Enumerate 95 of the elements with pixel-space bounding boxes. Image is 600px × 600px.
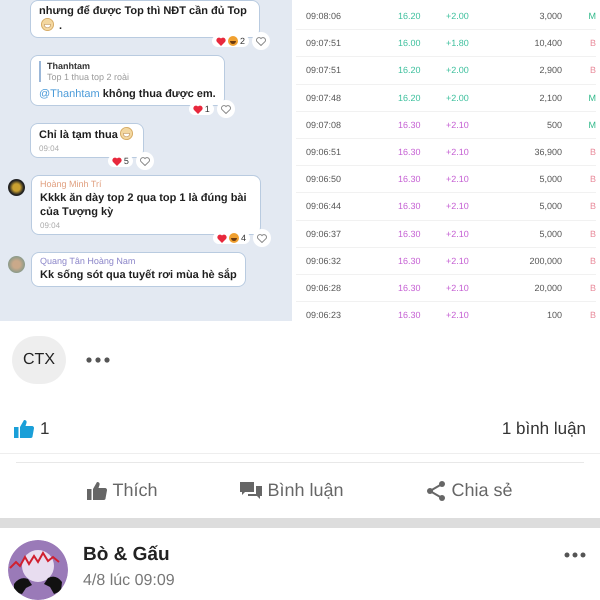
trade-price: 16.30 [398, 256, 422, 266]
trade-price: 16.30 [398, 310, 422, 320]
trade-change: +2.10 [446, 310, 470, 320]
trade-side: B [588, 228, 596, 239]
trade-price: 16.30 [398, 174, 422, 184]
trade-price: 16.30 [398, 201, 422, 212]
message-time: 09:04 [40, 221, 62, 230]
trade-side: B [588, 256, 596, 266]
trade-time: 09:06:50 [306, 174, 342, 184]
trade-volume: 20,000 [533, 282, 562, 293]
trade-volume: 5,000 [538, 174, 562, 184]
trade-side: M [588, 11, 596, 22]
trade-change: +2.00 [446, 11, 470, 22]
trade-volume: 200,000 [528, 256, 562, 266]
trade-volume: 5,000 [538, 228, 562, 239]
trade-change: +2.10 [446, 282, 470, 293]
message-text: nhưng để được Top thì NĐT cần đủ Top . [39, 4, 248, 33]
trade-side: B [588, 282, 596, 293]
trade-change: +2.10 [446, 201, 470, 212]
message-time: 09:04 [39, 144, 60, 153]
trade-volume: 3,000 [538, 11, 562, 22]
trade-volume: 36,900 [533, 147, 562, 158]
message-text: Kk sống sót qua tuyết rơi mùa hè sắp [40, 268, 237, 282]
page-name[interactable]: Bò & Gấu [83, 544, 549, 566]
trade-time: 09:07:51 [306, 38, 342, 48]
thumbs-up-icon [87, 481, 108, 500]
share-icon [426, 480, 446, 502]
comment-button[interactable]: Bình luận [240, 480, 344, 502]
trade-time: 09:06:37 [306, 228, 342, 239]
share-button[interactable]: Chia sẻ [426, 480, 512, 502]
trade-time: 09:06:28 [306, 282, 342, 293]
like-count[interactable]: 1 [40, 418, 50, 439]
reaction-pill[interactable]: 5 [108, 155, 133, 167]
quote-text: Top 1 thua top 2 roài [47, 72, 130, 82]
trade-volume: 500 [546, 120, 562, 130]
trade-side: B [588, 38, 596, 48]
trade-price: 16.30 [398, 282, 422, 293]
trade-change: +2.10 [446, 174, 470, 184]
trade-price: 16.00 [398, 38, 422, 48]
thumbs-up-icon [14, 419, 34, 438]
comment-count[interactable]: 1 bình luận [502, 418, 586, 439]
trade-time: 09:06:44 [306, 201, 342, 212]
trade-side: B [588, 201, 596, 212]
sender-name: Hoàng Minh Trí [40, 179, 103, 189]
reaction-pill[interactable]: 4 [212, 232, 250, 244]
trade-time: 09:06:32 [306, 256, 342, 266]
avatar[interactable] [8, 179, 25, 196]
trade-volume: 2,100 [538, 92, 562, 103]
trade-price: 16.30 [398, 228, 422, 239]
trade-price: 16.20 [398, 11, 422, 22]
trade-change: +2.10 [446, 256, 470, 266]
trade-volume: 10,400 [533, 38, 562, 48]
reaction-pill[interactable]: 2 [212, 35, 249, 47]
trade-price: 16.20 [398, 65, 422, 76]
trade-side: M [588, 120, 596, 130]
trade-change: +2.00 [446, 92, 470, 103]
trade-time: 09:07:48 [306, 92, 342, 103]
sender-name: Quang Tân Hoàng Nam [40, 256, 136, 266]
avatar[interactable] [8, 540, 68, 600]
more-icon[interactable] [86, 357, 110, 364]
reaction-pill[interactable]: 1 [188, 103, 214, 115]
trade-time: 09:07:51 [306, 65, 342, 76]
heart-outline-icon[interactable] [216, 100, 235, 118]
trade-side: B [588, 174, 596, 184]
trade-time: 09:08:06 [306, 11, 342, 22]
chat-bubbles-icon [240, 480, 262, 501]
trade-side: M [588, 92, 596, 103]
message-text: Chỉ là tạm thua [39, 127, 135, 142]
message-text: @Thanhtam không thua được em. [39, 87, 216, 101]
trade-side: B [588, 147, 596, 158]
trade-time: 09:06:23 [306, 310, 342, 320]
quote-author: Thanhtam [47, 61, 92, 71]
trade-time: 09:07:08 [306, 120, 342, 130]
trade-volume: 5,000 [538, 201, 562, 212]
trade-time: 09:06:51 [306, 147, 342, 158]
trade-side: B [588, 65, 596, 76]
hashtag-chip[interactable]: CTX [12, 336, 66, 384]
trade-side: B [588, 310, 596, 320]
trade-change: +2.10 [446, 120, 470, 130]
trade-volume: 2,900 [538, 65, 562, 76]
like-button[interactable]: Thích [87, 480, 158, 502]
trade-price: 16.30 [398, 147, 422, 158]
trade-volume: 100 [546, 310, 562, 320]
trade-change: +2.10 [446, 147, 470, 158]
trade-change: +2.10 [446, 228, 470, 239]
trade-price: 16.30 [398, 120, 422, 130]
heart-outline-icon[interactable] [252, 32, 270, 50]
heart-outline-icon[interactable] [136, 152, 154, 170]
message-text: Kkkk ăn dày top 2 qua top 1 là đúng bài của Tượng kỳ [40, 191, 248, 219]
more-icon[interactable] [564, 552, 586, 558]
trade-change: +1.80 [446, 38, 470, 48]
trade-change: +2.00 [446, 65, 470, 76]
post-time: 4/8 lúc 09:09 [83, 572, 176, 590]
heart-outline-icon[interactable] [253, 229, 271, 247]
trade-price: 16.20 [398, 92, 422, 103]
